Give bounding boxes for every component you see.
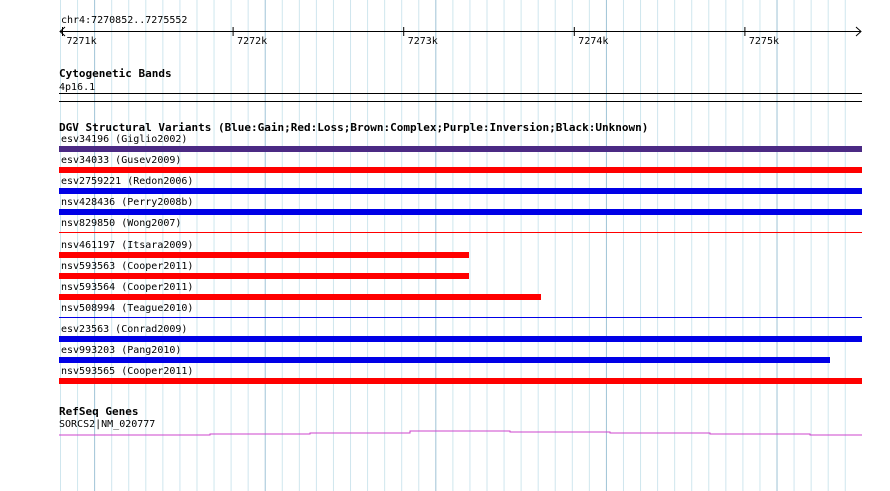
dgv-feature-label[interactable]: nsv593563 (Cooper2011) — [61, 261, 193, 272]
ruler-tick-label: 7271k — [67, 36, 97, 47]
refseq-track-title: RefSeq Genes — [59, 405, 139, 418]
dgv-feature-label[interactable]: nsv593564 (Cooper2011) — [61, 282, 193, 293]
refseq-gene-model[interactable] — [0, 425, 890, 441]
cytoband-upper-line — [59, 93, 862, 94]
ruler-tick-label: 7273k — [408, 36, 438, 47]
ruler-tick-label: 7272k — [237, 36, 267, 47]
cytoband-track-title: Cytogenetic Bands — [59, 67, 172, 80]
cytoband-label[interactable]: 4p16.1 — [59, 82, 95, 93]
ruler-tick-label: 7275k — [749, 36, 779, 47]
dgv-feature-bar[interactable] — [59, 146, 862, 152]
dgv-feature-label[interactable]: esv34196 (Giglio2002) — [61, 134, 187, 145]
dgv-feature-bar[interactable] — [59, 188, 862, 195]
dgv-feature-label[interactable]: esv993203 (Pang2010) — [61, 345, 181, 356]
dgv-feature-label[interactable]: esv2759221 (Redon2006) — [61, 176, 193, 187]
dgv-feature-bar[interactable] — [59, 316, 862, 318]
cytoband-lower-line — [59, 101, 862, 102]
dgv-feature-bar[interactable] — [59, 335, 862, 342]
dgv-feature-bar[interactable] — [59, 357, 830, 363]
dgv-feature-bar[interactable] — [59, 272, 469, 279]
refseq-gene-line — [59, 430, 862, 436]
dgv-feature-bar[interactable] — [59, 378, 862, 385]
dgv-feature-label[interactable]: nsv508994 (Teague2010) — [61, 303, 193, 314]
dgv-feature-bar[interactable] — [59, 293, 541, 300]
dgv-feature-bar[interactable] — [59, 251, 469, 258]
dgv-feature-label[interactable]: nsv829850 (Wong2007) — [61, 218, 181, 229]
dgv-feature-bar[interactable] — [59, 167, 862, 174]
dgv-feature-label[interactable]: nsv461197 (Itsara2009) — [61, 240, 193, 251]
coordinate-ruler[interactable]: 7271k 7272k 7273k 7274k 7275k — [0, 24, 890, 48]
dgv-track-title: DGV Structural Variants (Blue:Gain;Red:L… — [59, 121, 649, 134]
dgv-feature-bar[interactable] — [59, 209, 862, 216]
dgv-feature-label[interactable]: esv23563 (Conrad2009) — [61, 324, 187, 335]
dgv-feature-label[interactable]: esv34033 (Gusev2009) — [61, 155, 181, 166]
dgv-feature-label[interactable]: nsv593565 (Cooper2011) — [61, 366, 193, 377]
dgv-feature-label[interactable]: nsv428436 (Perry2008b) — [61, 197, 193, 208]
ruler-tick-label: 7274k — [578, 36, 608, 47]
genome-browser-view: chr4:7270852..7275552 7271k 7272k 7273k 727… — [0, 0, 890, 491]
dgv-feature-bar[interactable] — [59, 232, 862, 234]
